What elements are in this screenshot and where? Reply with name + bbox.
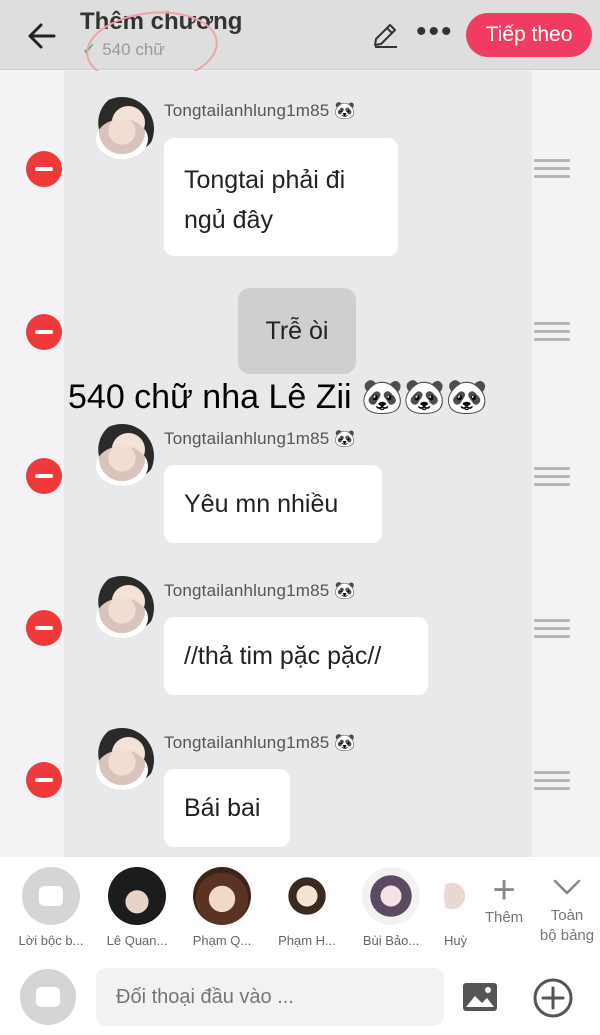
avatar bbox=[108, 867, 166, 925]
message-bubble[interactable]: Tongtai phải đi ngủ đây bbox=[164, 138, 398, 256]
plus-icon: + bbox=[492, 868, 516, 912]
character-pham-h[interactable]: Phạm H... bbox=[266, 867, 348, 948]
input-bar bbox=[0, 957, 600, 1035]
character-name: Tongtailanhlung1m85 🐼 bbox=[164, 101, 356, 120]
message-bubble[interactable]: Bái bai bbox=[164, 769, 290, 847]
chevron-down-icon bbox=[553, 879, 581, 895]
more-label: Thêm bbox=[484, 909, 524, 926]
add-character-button[interactable]: + Thêm bbox=[476, 868, 532, 926]
remove-icon[interactable] bbox=[26, 610, 62, 646]
add-circle-icon[interactable] bbox=[532, 977, 574, 1019]
chat-bubble-icon[interactable] bbox=[20, 969, 76, 1025]
character-name: Tongtailanhlung1m85 🐼 bbox=[164, 733, 356, 752]
remove-icon[interactable] bbox=[26, 458, 62, 494]
avatar bbox=[278, 867, 336, 925]
remove-icon[interactable] bbox=[26, 151, 62, 187]
avatar bbox=[90, 728, 154, 792]
chat-bubble-icon bbox=[22, 867, 80, 925]
avatar bbox=[444, 867, 470, 925]
remove-icon[interactable] bbox=[26, 762, 62, 798]
drag-handle-icon[interactable] bbox=[534, 467, 570, 487]
character-pham-q[interactable]: Phạm Q... bbox=[181, 867, 263, 948]
character-le-quan[interactable]: Lê Quan... bbox=[96, 867, 178, 948]
pencil-icon[interactable] bbox=[370, 20, 400, 50]
drag-handle-icon[interactable] bbox=[534, 619, 570, 639]
avatar bbox=[90, 424, 154, 488]
more-icon[interactable]: ••• bbox=[416, 17, 454, 47]
character-label: Huỳ bbox=[444, 933, 468, 948]
character-bar: Lời bộc b... Lê Quan... Phạm Q... Phạm H… bbox=[0, 857, 600, 957]
message-list[interactable]: Tongtailanhlung1m85 🐼 Tongtai phải đi ng… bbox=[0, 71, 600, 857]
avatar bbox=[193, 867, 251, 925]
avatar bbox=[90, 97, 154, 161]
character-label: Phạm Q... bbox=[192, 933, 252, 948]
character-narrator[interactable]: Lời bộc b... bbox=[10, 867, 92, 948]
drag-handle-icon[interactable] bbox=[534, 159, 570, 179]
image-icon[interactable] bbox=[462, 982, 498, 1012]
all-table-label: Toàn bộ bảng bbox=[539, 907, 595, 944]
message-bubble[interactable]: Yêu mn nhiều bbox=[164, 465, 382, 543]
character-name: Tongtailanhlung1m85 🐼 bbox=[164, 581, 356, 600]
drag-handle-icon[interactable] bbox=[534, 771, 570, 791]
next-button[interactable]: Tiếp theo bbox=[466, 13, 592, 57]
back-arrow-icon[interactable] bbox=[24, 18, 60, 54]
drag-handle-icon[interactable] bbox=[534, 322, 570, 342]
character-label: Phạm H... bbox=[278, 933, 336, 948]
dialogue-input[interactable] bbox=[96, 968, 444, 1026]
narration-bubble[interactable]: Trễ òi bbox=[238, 288, 356, 374]
character-label: Lời bộc b... bbox=[18, 933, 84, 948]
avatar bbox=[362, 867, 420, 925]
message-bubble[interactable]: //thả tim pặc pặc// bbox=[164, 617, 428, 695]
character-name: Tongtailanhlung1m85 🐼 bbox=[164, 429, 356, 448]
all-table-button[interactable]: Toàn bộ bảng bbox=[534, 871, 600, 946]
overlay-caption: 540 chữ nha Lê Zii 🐼🐼🐼 bbox=[68, 378, 489, 416]
remove-icon[interactable] bbox=[26, 314, 62, 350]
avatar bbox=[90, 576, 154, 640]
character-huy[interactable]: Huỳ bbox=[420, 867, 470, 948]
top-bar: Thêm chương ✓ 540 chữ ••• Tiếp theo bbox=[0, 0, 600, 91]
character-label: Lê Quan... bbox=[106, 933, 168, 948]
